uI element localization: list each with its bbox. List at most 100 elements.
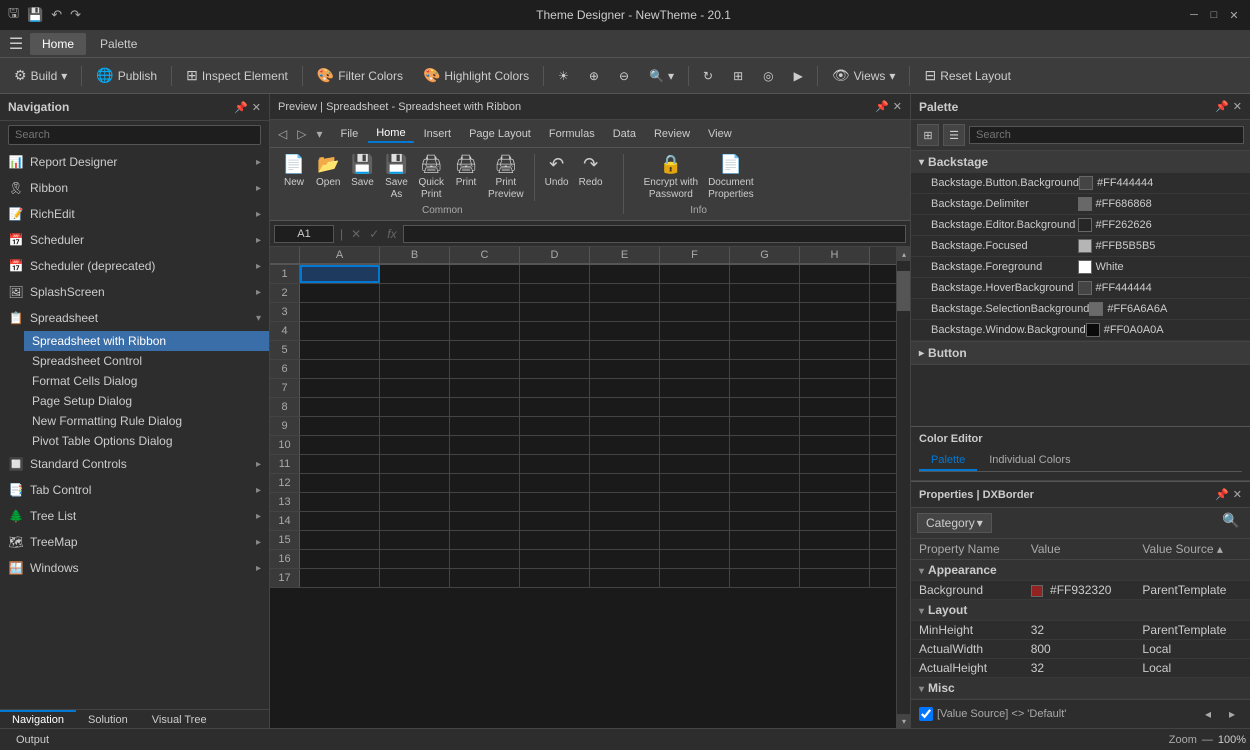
scroll-down-btn[interactable]: ▾ — [897, 714, 910, 728]
ribbon-nav-menu[interactable]: ▾ — [312, 125, 326, 143]
cell-H3[interactable] — [800, 303, 870, 321]
disk-icon[interactable]: 💾 — [27, 7, 43, 23]
cell-E11[interactable] — [590, 455, 660, 473]
cell-E16[interactable] — [590, 550, 660, 568]
palette-pin-icon[interactable]: 📌 — [1215, 100, 1229, 113]
cell-E7[interactable] — [590, 379, 660, 397]
cell-G5[interactable] — [730, 341, 800, 359]
cell-G4[interactable] — [730, 322, 800, 340]
cell-D15[interactable] — [520, 531, 590, 549]
sidebar-item-treemap[interactable]: 🗺 TreeMap ▸ — [0, 529, 269, 555]
cell-F15[interactable] — [660, 531, 730, 549]
cell-A10[interactable] — [300, 436, 380, 454]
prop-actualwidth-value[interactable]: 800 — [1023, 640, 1135, 659]
sidebar-item-tab-control[interactable]: 📑 Tab Control ▸ — [0, 477, 269, 503]
cell-C8[interactable] — [450, 398, 520, 416]
cell-C17[interactable] — [450, 569, 520, 587]
cell-A14[interactable] — [300, 512, 380, 530]
cell-E10[interactable] — [590, 436, 660, 454]
cell-E2[interactable] — [590, 284, 660, 302]
cell-B17[interactable] — [380, 569, 450, 587]
cell-B7[interactable] — [380, 379, 450, 397]
cell-F12[interactable] — [660, 474, 730, 492]
cell-D13[interactable] — [520, 493, 590, 511]
prop-row-actualwidth[interactable]: ActualWidth 800 Local — [911, 640, 1250, 659]
cell-A15[interactable] — [300, 531, 380, 549]
preview-pin-icon[interactable]: 📌 — [875, 100, 889, 113]
cell-G16[interactable] — [730, 550, 800, 568]
ribbon-btn-quick-print[interactable]: 🖨 Quick Print — [414, 152, 448, 203]
redo-icon[interactable]: ↷ — [70, 7, 81, 23]
cell-B9[interactable] — [380, 417, 450, 435]
prop-background-source[interactable]: ParentTemplate — [1134, 581, 1250, 600]
cell-H14[interactable] — [800, 512, 870, 530]
cell-B14[interactable] — [380, 512, 450, 530]
ribbon-nav-fwd[interactable]: ▷ — [293, 125, 310, 143]
sidebar-item-pivot-table[interactable]: Pivot Table Options Dialog — [24, 431, 269, 451]
cell-F11[interactable] — [660, 455, 730, 473]
cell-E5[interactable] — [590, 341, 660, 359]
color-editor-tab-palette[interactable]: Palette — [919, 451, 977, 471]
cell-D7[interactable] — [520, 379, 590, 397]
cell-H8[interactable] — [800, 398, 870, 416]
views-button[interactable]: 👁 Views ▾ — [824, 64, 904, 87]
ribbon-btn-new[interactable]: 📄 New — [278, 152, 310, 191]
cell-H16[interactable] — [800, 550, 870, 568]
prop-background-value[interactable]: #FF932320 — [1023, 581, 1135, 600]
cell-D5[interactable] — [520, 341, 590, 359]
ribbon-tab-home[interactable]: Home — [368, 125, 413, 143]
refresh-button[interactable]: ↻ — [695, 66, 721, 86]
cell-F1[interactable] — [660, 265, 730, 283]
cell-H13[interactable] — [800, 493, 870, 511]
cell-B8[interactable] — [380, 398, 450, 416]
cell-C6[interactable] — [450, 360, 520, 378]
cell-B6[interactable] — [380, 360, 450, 378]
cell-B4[interactable] — [380, 322, 450, 340]
play-button[interactable]: ▶ — [786, 66, 811, 86]
ribbon-nav-back[interactable]: ◁ — [274, 125, 291, 143]
cell-D11[interactable] — [520, 455, 590, 473]
tree-row-delimiter[interactable]: Backstage.Delimiter #FF686868 — [911, 194, 1250, 215]
highlight-colors-button[interactable]: 🎨 Highlight Colors — [415, 64, 537, 87]
build-button[interactable]: ⚙ Build ▾ — [6, 64, 75, 87]
ribbon-btn-encrypt-password[interactable]: 🔒 Encrypt with Password — [640, 152, 702, 203]
cell-G15[interactable] — [730, 531, 800, 549]
cell-D6[interactable] — [520, 360, 590, 378]
palette-grid-view-btn[interactable]: ⊞ — [917, 124, 939, 146]
tab-navigation[interactable]: Navigation — [0, 710, 76, 728]
cell-C13[interactable] — [450, 493, 520, 511]
cell-D10[interactable] — [520, 436, 590, 454]
publish-button[interactable]: 🌐 Publish — [88, 64, 165, 87]
menu-tab-palette[interactable]: Palette — [88, 33, 149, 55]
nav-close-icon[interactable]: ✕ — [252, 101, 261, 114]
cell-C4[interactable] — [450, 322, 520, 340]
color-editor-tab-individual[interactable]: Individual Colors — [977, 451, 1082, 471]
cell-B12[interactable] — [380, 474, 450, 492]
backstage-section-header[interactable]: ▾ Backstage — [911, 151, 1250, 173]
cell-H15[interactable] — [800, 531, 870, 549]
cell-E3[interactable] — [590, 303, 660, 321]
cell-B5[interactable] — [380, 341, 450, 359]
cell-B10[interactable] — [380, 436, 450, 454]
tree-row-selection-bg[interactable]: Backstage.SelectionBackground #FF6A6A6A — [911, 299, 1250, 320]
cell-H4[interactable] — [800, 322, 870, 340]
props-search-button[interactable]: 🔍 — [1222, 512, 1244, 534]
cell-E6[interactable] — [590, 360, 660, 378]
prop-row-minheight[interactable]: MinHeight 32 ParentTemplate — [911, 621, 1250, 640]
zoom-in-button[interactable]: ⊕ — [581, 66, 607, 86]
cell-C5[interactable] — [450, 341, 520, 359]
sidebar-item-scheduler[interactable]: 📅 Scheduler ▸ — [0, 227, 269, 253]
cell-C12[interactable] — [450, 474, 520, 492]
cell-F14[interactable] — [660, 512, 730, 530]
cell-H12[interactable] — [800, 474, 870, 492]
cell-H11[interactable] — [800, 455, 870, 473]
sidebar-item-scheduler-deprecated[interactable]: 📅 Scheduler (deprecated) ▸ — [0, 253, 269, 279]
cell-A4[interactable] — [300, 322, 380, 340]
cell-B16[interactable] — [380, 550, 450, 568]
sidebar-item-richedit[interactable]: 📝 RichEdit ▸ — [0, 201, 269, 227]
cell-A8[interactable] — [300, 398, 380, 416]
cell-C1[interactable] — [450, 265, 520, 283]
cell-G7[interactable] — [730, 379, 800, 397]
tree-row-focused[interactable]: Backstage.Focused #FFB5B5B5 — [911, 236, 1250, 257]
cell-H6[interactable] — [800, 360, 870, 378]
